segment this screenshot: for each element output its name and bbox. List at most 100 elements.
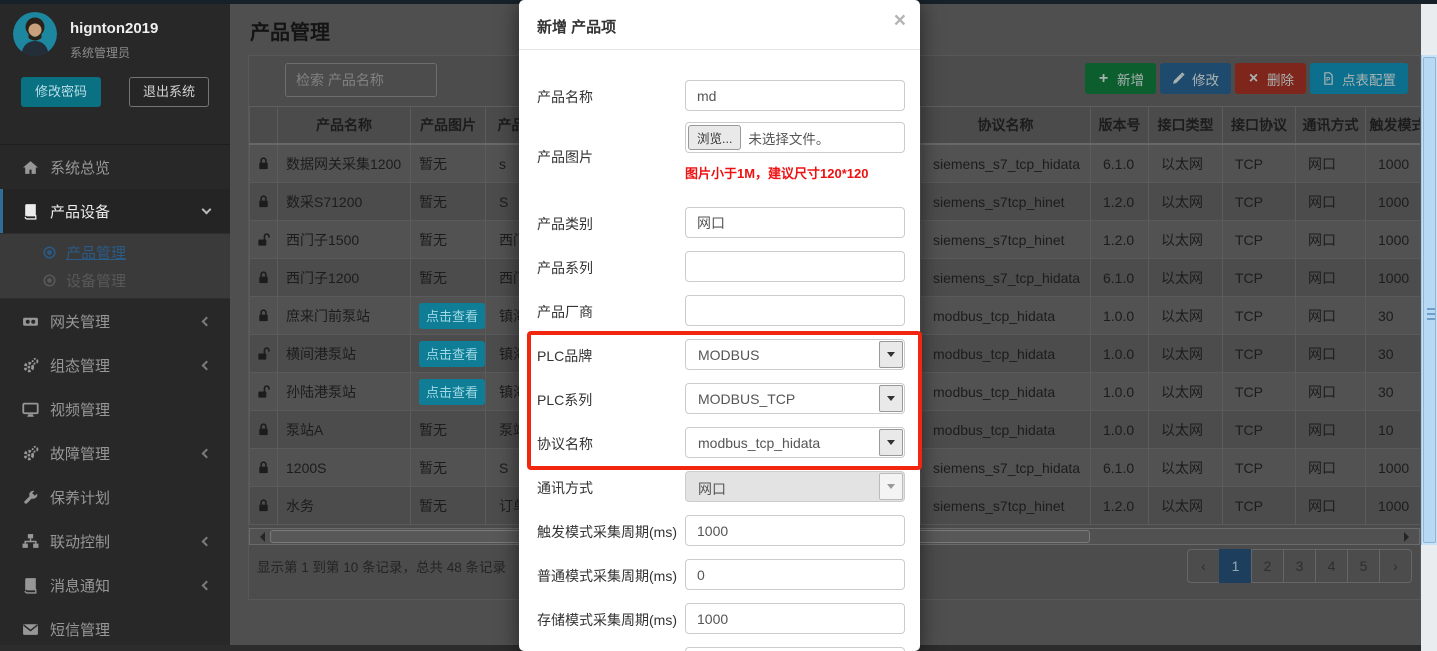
partial-field[interactable]	[685, 647, 905, 651]
dropdown-arrow-icon[interactable]	[879, 429, 903, 456]
field-label-8: 通讯方式	[537, 478, 687, 498]
book-icon	[22, 203, 39, 220]
cell-lock	[249, 183, 278, 220]
select-value: 网口	[698, 479, 726, 499]
pagination: ‹12345›	[1187, 549, 1412, 583]
field-input-0[interactable]	[685, 80, 905, 111]
sidebar-item-label: 短信管理	[50, 619, 110, 640]
cell-name: 西门子1200	[278, 259, 411, 296]
sidebar-subitem-0[interactable]: 产品管理	[0, 238, 230, 266]
cell-image: 暂无	[411, 411, 486, 448]
pagination-prev[interactable]: ‹	[1187, 549, 1220, 583]
vertical-scrollbar-thumb[interactable]	[1423, 57, 1436, 543]
logout-button[interactable]: 退出系统	[129, 77, 209, 107]
sidebar-item-6[interactable]: 保养计划	[0, 475, 230, 519]
cell-name: 西门子1500	[278, 221, 411, 258]
cell-iface_protocol: TCP	[1223, 449, 1296, 486]
unlock-icon[interactable]	[256, 384, 271, 399]
field-input-3[interactable]	[685, 251, 905, 282]
scroll-left-arrow-icon[interactable]	[255, 532, 265, 542]
sidebar: hignton2019 系统管理员 修改密码 退出系统 系统总览产品设备产品管理…	[0, 4, 230, 645]
delete-button[interactable]: ×删除	[1235, 63, 1306, 94]
chevron-left-icon	[202, 581, 212, 591]
lock-icon[interactable]	[256, 270, 271, 285]
sidebar-item-3[interactable]: 组态管理	[0, 343, 230, 387]
cell-iface_protocol: TCP	[1223, 411, 1296, 448]
dropdown-arrow-icon[interactable]	[879, 341, 903, 368]
sidebar-item-0[interactable]: 系统总览	[0, 145, 230, 189]
cell-protocol: siemens_s7_tcp_hidata	[921, 449, 1091, 486]
chevron-left-icon	[202, 537, 212, 547]
chevron-left-icon	[202, 449, 212, 459]
cell-protocol: siemens_s7_tcp_hidata	[921, 259, 1091, 296]
pagination-page-3[interactable]: 3	[1283, 549, 1316, 583]
lock-icon[interactable]	[256, 498, 271, 513]
field-label-5: PLC品牌	[537, 346, 687, 366]
cell-trigger: 1000	[1366, 183, 1420, 220]
cell-iface_protocol: TCP	[1223, 297, 1296, 334]
field-select-5[interactable]: MODBUS	[685, 339, 905, 370]
cell-iface_protocol: TCP	[1223, 145, 1296, 182]
chevron-left-icon	[202, 317, 212, 327]
pagination-page-5[interactable]: 5	[1347, 549, 1380, 583]
field-input-4[interactable]	[685, 295, 905, 326]
cell-version: 1.0.0	[1091, 373, 1149, 410]
sidebar-item-2[interactable]: 网关管理	[0, 299, 230, 343]
pagination-page-2[interactable]: 2	[1251, 549, 1284, 583]
cell-trigger: 1000	[1366, 145, 1420, 182]
lock-icon[interactable]	[256, 156, 271, 171]
pagination-page-4[interactable]: 4	[1315, 549, 1348, 583]
browse-button[interactable]: 浏览...	[688, 125, 741, 150]
pagination-page-1[interactable]: 1	[1219, 549, 1252, 583]
change-password-button[interactable]: 修改密码	[21, 77, 101, 107]
cell-lock	[249, 259, 278, 296]
chevron-down-icon	[202, 205, 212, 215]
scrollbar-grip-icon	[1427, 318, 1435, 320]
file-input[interactable]: 浏览...未选择文件。	[685, 122, 905, 153]
unlock-icon[interactable]	[256, 232, 271, 247]
cell-iface_protocol: TCP	[1223, 259, 1296, 296]
field-input-2[interactable]	[685, 207, 905, 238]
close-icon[interactable]: ×	[894, 10, 906, 31]
view-image-button[interactable]: 点击查看	[419, 341, 485, 367]
field-label-7: 协议名称	[537, 434, 687, 454]
edit-button[interactable]: 修改	[1160, 63, 1231, 94]
vertical-scrollbar-track[interactable]	[1421, 55, 1437, 545]
cell-comm: 网口	[1296, 221, 1366, 258]
lock-icon[interactable]	[256, 194, 271, 209]
unlock-icon[interactable]	[256, 346, 271, 361]
dropdown-arrow-icon[interactable]	[879, 385, 903, 412]
sidebar-item-7[interactable]: 联动控制	[0, 519, 230, 563]
cell-iface_protocol: TCP	[1223, 335, 1296, 372]
cell-image: 点击查看	[411, 373, 486, 410]
view-image-button[interactable]: 点击查看	[419, 303, 485, 329]
sidebar-item-5[interactable]: 故障管理	[0, 431, 230, 475]
gears-icon	[22, 445, 39, 462]
lock-icon[interactable]	[256, 422, 271, 437]
lock-icon[interactable]	[256, 308, 271, 323]
field-select-7[interactable]: modbus_tcp_hidata	[685, 427, 905, 458]
scroll-right-arrow-icon[interactable]	[1404, 532, 1414, 542]
sidebar-item-1[interactable]: 产品设备	[0, 189, 230, 233]
dropdown-arrow-icon[interactable]	[879, 473, 903, 500]
sidebar-subitem-1[interactable]: 设备管理	[0, 266, 230, 294]
add-button[interactable]: +新增	[1085, 63, 1156, 94]
field-input-10[interactable]	[685, 559, 905, 590]
point-table-config-button[interactable]: P点表配置	[1310, 63, 1408, 94]
cell-protocol: siemens_s7tcp_hinet	[921, 183, 1091, 220]
sidebar-item-4[interactable]: 视频管理	[0, 387, 230, 431]
cross-icon: ×	[1247, 72, 1260, 85]
view-image-button[interactable]: 点击查看	[419, 379, 485, 405]
lock-icon[interactable]	[256, 460, 271, 475]
pagination-next[interactable]: ›	[1379, 549, 1412, 583]
vertical-scrollbar[interactable]	[1421, 4, 1437, 651]
cell-image: 暂无	[411, 221, 486, 258]
cell-iface_type: 以太网	[1149, 411, 1223, 448]
sidebar-item-8[interactable]: 消息通知	[0, 563, 230, 607]
field-select-6[interactable]: MODBUS_TCP	[685, 383, 905, 414]
dot-circle-icon	[42, 245, 57, 260]
field-input-9[interactable]	[685, 515, 905, 546]
field-input-11[interactable]	[685, 603, 905, 634]
search-input[interactable]	[285, 63, 437, 97]
cell-image: 暂无	[411, 145, 486, 182]
